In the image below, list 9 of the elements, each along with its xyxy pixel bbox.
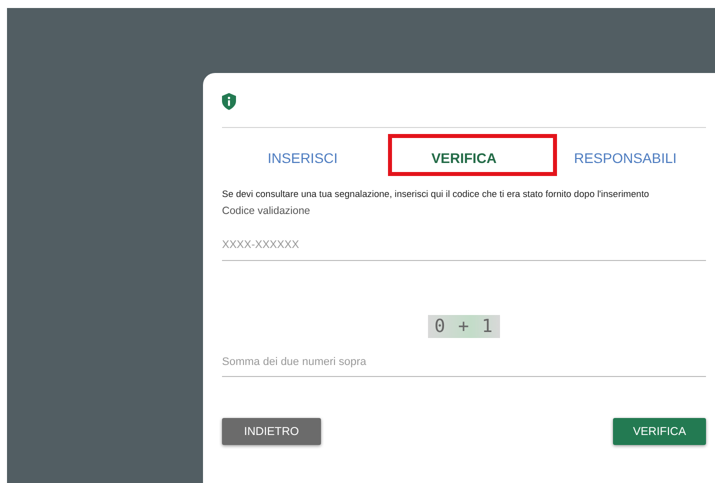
tab[interactable]: INSERISCI	[228, 140, 378, 176]
verify-button[interactable]: VERIFICA	[613, 418, 706, 445]
instruction-text: Se devi consultare una tua segnalazione, inserisci qui il codice che ti era stato fornito dopo l'inserimento	[222, 189, 650, 199]
back-button[interactable]: INDIETRO	[222, 418, 321, 445]
shield-info-icon	[222, 93, 236, 110]
tab[interactable]: VERIFICA	[388, 140, 539, 176]
field-label: Codice validazione	[222, 205, 312, 217]
captcha-image: 0 + 1	[428, 315, 500, 338]
tab[interactable]: RESPONSABILI	[550, 140, 700, 176]
